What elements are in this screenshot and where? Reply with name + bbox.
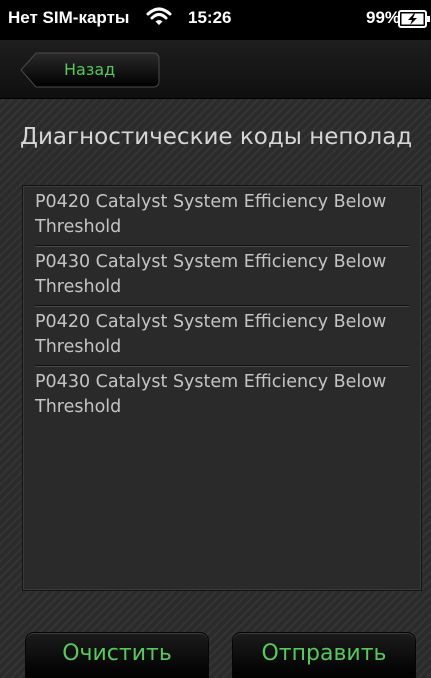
clear-button[interactable]: Очистить [25,632,209,678]
navigation-bar: Назад [0,40,431,99]
back-button[interactable]: Назад [20,52,160,88]
list-item[interactable]: P0420 Catalyst System Efficiency Below T… [35,306,409,366]
back-button-label: Назад [64,60,116,79]
status-bar: Нет SIM-карты 15:26 99% [0,0,431,40]
code-text: P0420 Catalyst System Efficiency Below T… [35,312,387,357]
list-item[interactable]: P0420 Catalyst System Efficiency Below T… [35,186,409,246]
list-item[interactable]: P0430 Catalyst System Efficiency Below T… [35,246,409,306]
code-text: P0430 Catalyst System Efficiency Below T… [35,252,387,297]
battery-percent: 99% [366,8,401,27]
carrier-label: Нет SIM-карты [8,8,130,27]
list-item[interactable]: P0430 Catalyst System Efficiency Below T… [35,366,409,426]
code-text: P0430 Catalyst System Efficiency Below T… [35,372,387,417]
wifi-icon [146,5,172,27]
page-title: Диагностические коды неполад [20,124,413,150]
code-text: P0420 Catalyst System Efficiency Below T… [35,192,387,237]
battery-charging-icon [398,10,431,28]
diagnostic-codes-list[interactable]: P0420 Catalyst System Efficiency Below T… [22,185,422,591]
screen: Нет SIM-карты 15:26 99% Назад Диагностич… [0,0,431,678]
send-button[interactable]: Отправить [232,632,416,678]
clock: 15:26 [188,8,232,27]
